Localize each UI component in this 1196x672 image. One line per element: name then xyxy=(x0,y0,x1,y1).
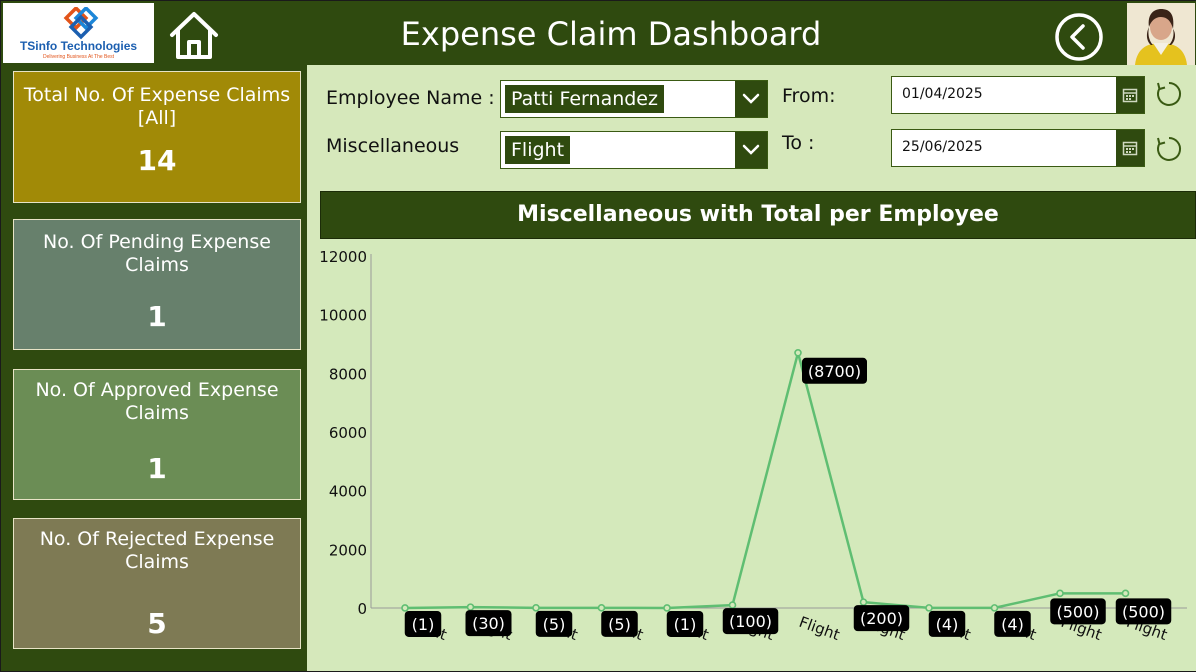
header-bar: TSinfo Technologies Delivering Business … xyxy=(1,1,1196,65)
data-label: (30) xyxy=(472,614,505,633)
data-label: (8700) xyxy=(808,362,861,381)
app-window: TSinfo Technologies Delivering Business … xyxy=(0,0,1196,672)
data-label: (4) xyxy=(936,615,959,634)
kpi-label: No. Of Pending Expense Claims xyxy=(43,231,271,276)
employee-name-value: Patti Fernandez xyxy=(505,85,664,113)
kpi-value: 1 xyxy=(147,452,167,485)
home-button[interactable] xyxy=(167,9,221,61)
kpi-label: No. Of Approved Expense Claims xyxy=(35,379,279,424)
kpi-card-rejected[interactable]: No. Of Rejected Expense Claims 5 xyxy=(13,518,301,649)
y-tick-label: 8000 xyxy=(329,365,367,383)
chevron-down-icon[interactable] xyxy=(735,81,767,117)
x-tick-label: Flight xyxy=(797,613,843,644)
from-label: From: xyxy=(782,85,836,107)
kpi-card-total[interactable]: Total No. Of Expense Claims [All] 14 xyxy=(13,71,301,203)
kpi-value: 5 xyxy=(147,607,167,640)
data-point xyxy=(401,604,409,612)
data-point xyxy=(466,603,475,611)
kpi-card-approved[interactable]: No. Of Approved Expense Claims 1 xyxy=(13,369,301,500)
data-label: (500) xyxy=(1122,602,1165,621)
data-label: (5) xyxy=(543,615,566,634)
y-tick-label: 0 xyxy=(357,600,367,618)
from-date-value: 01/04/2025 xyxy=(902,86,983,102)
from-date-picker[interactable]: 01/04/2025 xyxy=(891,76,1145,114)
to-label: To : xyxy=(782,132,815,154)
refresh-icon xyxy=(1157,137,1181,161)
data-point xyxy=(925,604,933,612)
employee-name-dropdown[interactable]: Patti Fernandez xyxy=(500,80,768,118)
user-avatar[interactable] xyxy=(1127,3,1195,65)
logo-name: TSinfo Technologies xyxy=(19,39,138,53)
to-date-value: 25/06/2025 xyxy=(902,139,983,155)
line-chart[interactable]: 020004000600080001000012000Flight Flight F… xyxy=(320,239,1196,671)
data-label: (5) xyxy=(608,615,631,634)
page-title: Expense Claim Dashboard xyxy=(400,15,822,53)
data-label: (4) xyxy=(1001,615,1024,634)
data-point xyxy=(990,604,999,612)
data-point xyxy=(597,604,606,612)
data-label: (1) xyxy=(674,615,697,634)
home-icon xyxy=(170,12,218,59)
data-label: (1) xyxy=(412,615,435,634)
miscellaneous-label: Miscellaneous xyxy=(326,135,460,157)
data-point xyxy=(794,349,802,357)
data-point xyxy=(663,604,671,612)
calendar-icon[interactable] xyxy=(1116,130,1144,166)
y-tick-label: 12000 xyxy=(320,248,367,266)
series-line xyxy=(404,351,1126,610)
kpi-value: 1 xyxy=(147,300,167,333)
company-logo: TSinfo Technologies Delivering Business … xyxy=(3,3,154,63)
data-point xyxy=(1121,589,1130,598)
calendar-icon[interactable] xyxy=(1116,77,1144,113)
data-point xyxy=(1056,589,1064,598)
chart-container: Miscellaneous with Total per Employee 0 2… xyxy=(320,191,1196,671)
y-tick-label: 2000 xyxy=(329,541,367,559)
logo-tagline: Delivering Business At The Best xyxy=(42,54,115,60)
miscellaneous-value: Flight xyxy=(505,136,571,164)
kpi-label: Total No. Of Expense Claims [All] xyxy=(23,84,291,129)
user-photo-icon xyxy=(1127,3,1195,65)
reset-from-date-button[interactable] xyxy=(1155,80,1183,108)
data-label: (100) xyxy=(729,612,772,631)
data-label: (200) xyxy=(860,609,903,628)
main-panel: Employee Name : Patti Fernandez Miscella… xyxy=(307,65,1196,671)
back-button[interactable] xyxy=(1054,12,1104,62)
y-tick-label: 6000 xyxy=(329,424,367,442)
data-label: (500) xyxy=(1056,602,1099,621)
chevron-down-icon[interactable] xyxy=(735,132,767,168)
refresh-icon xyxy=(1157,82,1181,106)
data-point xyxy=(532,604,540,612)
logo-mark-icon xyxy=(63,7,99,40)
kpi-label: No. Of Rejected Expense Claims xyxy=(39,528,275,573)
chart-title: Miscellaneous with Total per Employee xyxy=(320,191,1196,239)
kpi-value: 14 xyxy=(137,144,177,177)
reset-to-date-button[interactable] xyxy=(1155,135,1183,163)
miscellaneous-dropdown[interactable]: Flight xyxy=(500,131,768,169)
kpi-card-pending[interactable]: No. Of Pending Expense Claims 1 xyxy=(13,219,301,350)
employee-name-label: Employee Name : xyxy=(326,87,495,109)
y-tick-label: 4000 xyxy=(329,483,367,501)
chevron-left-icon xyxy=(1055,13,1103,61)
y-tick-label: 10000 xyxy=(320,307,367,325)
to-date-picker[interactable]: 25/06/2025 xyxy=(891,129,1145,167)
data-point xyxy=(859,598,868,606)
data-point xyxy=(728,601,737,609)
